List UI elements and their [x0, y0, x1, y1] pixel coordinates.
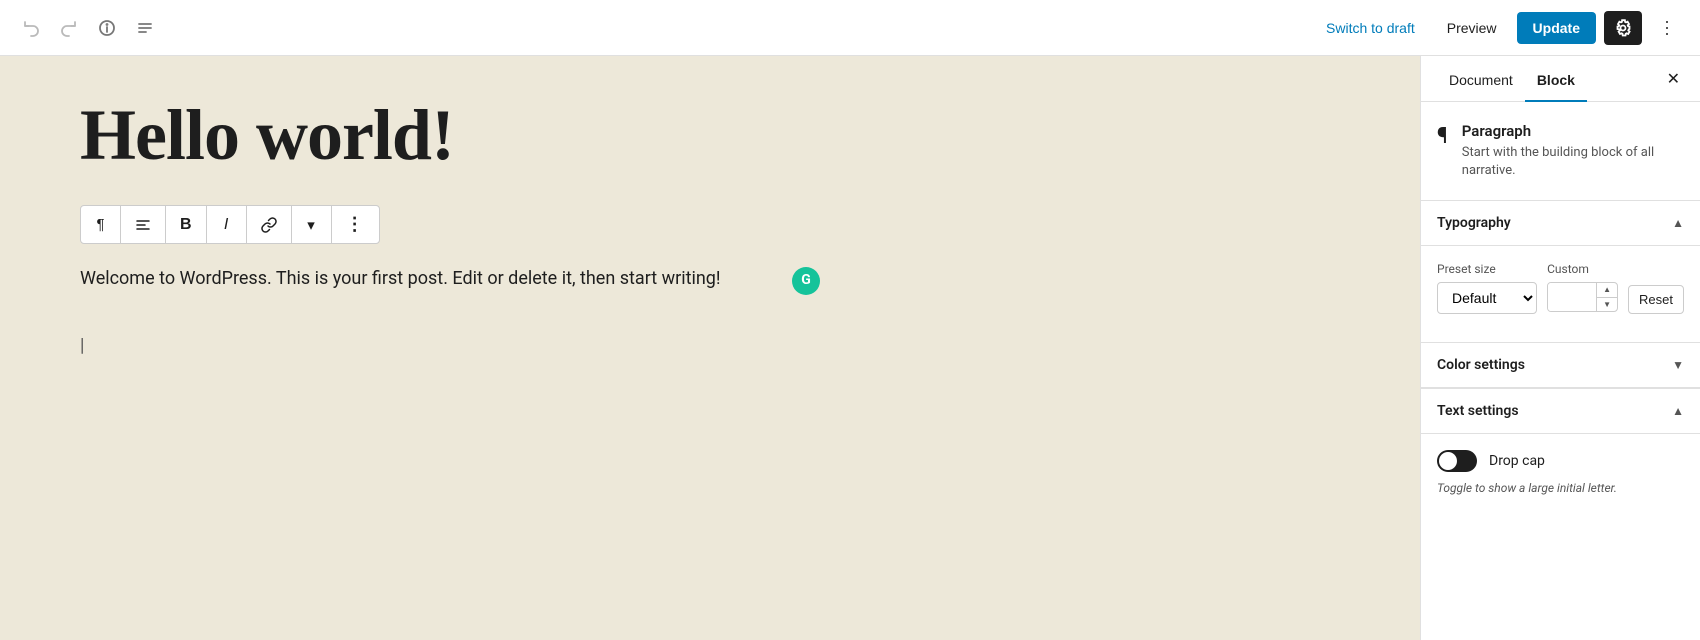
main-area: Hello world! ¶ B I ▾ ⋮ Welcome to WordPr… [0, 56, 1700, 640]
block-options-button[interactable]: ⋮ [332, 206, 379, 243]
link-button[interactable] [247, 206, 292, 243]
sidebar-tabs: Document Block ✕ [1421, 56, 1700, 102]
bold-button[interactable]: B [166, 206, 207, 243]
typography-section-content: Preset size Default Custom ▲ ▼ [1421, 246, 1700, 343]
tab-block[interactable]: Block [1525, 56, 1587, 102]
redo-button[interactable] [54, 13, 84, 43]
custom-size-input-wrap: ▲ ▼ [1547, 282, 1618, 312]
more-rich-options-button[interactable]: ▾ [292, 206, 332, 243]
text-align-button[interactable] [121, 206, 166, 243]
block-name: Paragraph [1462, 122, 1684, 140]
drop-cap-row: Drop cap [1437, 450, 1684, 472]
undo-button[interactable] [16, 13, 46, 43]
text-settings-content: Drop cap Toggle to show a large initial … [1421, 434, 1700, 513]
sidebar: Document Block ✕ ¶ Paragraph Start with … [1420, 56, 1700, 640]
toolbar-right: Switch to draft Preview Update [1314, 11, 1684, 45]
switch-to-draft-button[interactable]: Switch to draft [1314, 14, 1427, 42]
top-toolbar: Switch to draft Preview Update [0, 0, 1700, 56]
sidebar-tabs-left: Document Block [1437, 56, 1587, 101]
paragraph-icon: ¶ [1437, 124, 1448, 149]
post-content[interactable]: Welcome to WordPress. This is your first… [80, 264, 780, 295]
preset-size-label: Preset size [1437, 262, 1537, 276]
text-settings-header[interactable]: Text settings ▲ [1421, 389, 1700, 434]
typography-label: Typography [1437, 215, 1511, 231]
cursor-area[interactable]: | [80, 335, 1340, 356]
typography-section-header[interactable]: Typography ▲ [1421, 201, 1700, 246]
text-settings-chevron-up-icon: ▲ [1672, 404, 1684, 418]
spinner-up-button[interactable]: ▲ [1597, 283, 1617, 297]
drop-cap-label: Drop cap [1489, 453, 1545, 469]
color-settings-section: Color settings ▼ [1421, 343, 1700, 389]
block-toolbar: ¶ B I ▾ ⋮ [80, 205, 380, 244]
tab-document[interactable]: Document [1437, 56, 1525, 102]
custom-label: Custom [1547, 262, 1618, 276]
post-content-text: Welcome to WordPress. This is your first… [80, 268, 721, 289]
reset-col: Reset [1628, 262, 1684, 314]
italic-button[interactable]: I [207, 206, 247, 243]
drop-cap-toggle[interactable] [1437, 450, 1477, 472]
post-title[interactable]: Hello world! [80, 96, 1340, 175]
color-settings-chevron-down-icon: ▼ [1672, 358, 1684, 372]
spinner-down-button[interactable]: ▼ [1597, 298, 1617, 312]
toolbar-left [16, 13, 160, 43]
preset-size-select[interactable]: Default [1437, 282, 1537, 314]
reset-button[interactable]: Reset [1628, 285, 1684, 314]
close-icon: ✕ [1667, 69, 1680, 89]
text-settings-label: Text settings [1437, 403, 1519, 419]
typography-chevron-up-icon: ▲ [1672, 216, 1684, 230]
grammarly-badge: G [792, 267, 820, 295]
block-info: ¶ Paragraph Start with the building bloc… [1421, 102, 1700, 201]
editor-area[interactable]: Hello world! ¶ B I ▾ ⋮ Welcome to WordPr… [0, 56, 1420, 640]
number-spinners: ▲ ▼ [1596, 283, 1617, 311]
block-description: Start with the building block of all nar… [1462, 144, 1684, 180]
color-settings-label: Color settings [1437, 357, 1525, 373]
settings-button[interactable] [1604, 11, 1642, 45]
more-options-button[interactable] [1650, 13, 1684, 43]
paragraph-align-button[interactable]: ¶ [81, 206, 121, 243]
drop-cap-description: Toggle to show a large initial letter. [1437, 480, 1684, 497]
update-button[interactable]: Update [1517, 12, 1596, 44]
close-sidebar-button[interactable]: ✕ [1663, 65, 1684, 93]
custom-size-input[interactable] [1548, 283, 1596, 311]
list-view-button[interactable] [130, 13, 160, 43]
custom-col: Custom ▲ ▼ [1547, 262, 1618, 314]
text-settings-section: Text settings ▲ Drop cap Toggle to show … [1421, 389, 1700, 513]
preview-button[interactable]: Preview [1435, 14, 1509, 42]
text-cursor-icon: | [80, 335, 84, 356]
block-details: Paragraph Start with the building block … [1462, 122, 1684, 180]
color-settings-header[interactable]: Color settings ▼ [1421, 343, 1700, 388]
info-button[interactable] [92, 13, 122, 43]
preset-custom-row: Preset size Default Custom ▲ ▼ [1437, 262, 1684, 314]
toggle-knob [1439, 452, 1457, 470]
preset-col: Preset size Default [1437, 262, 1537, 314]
